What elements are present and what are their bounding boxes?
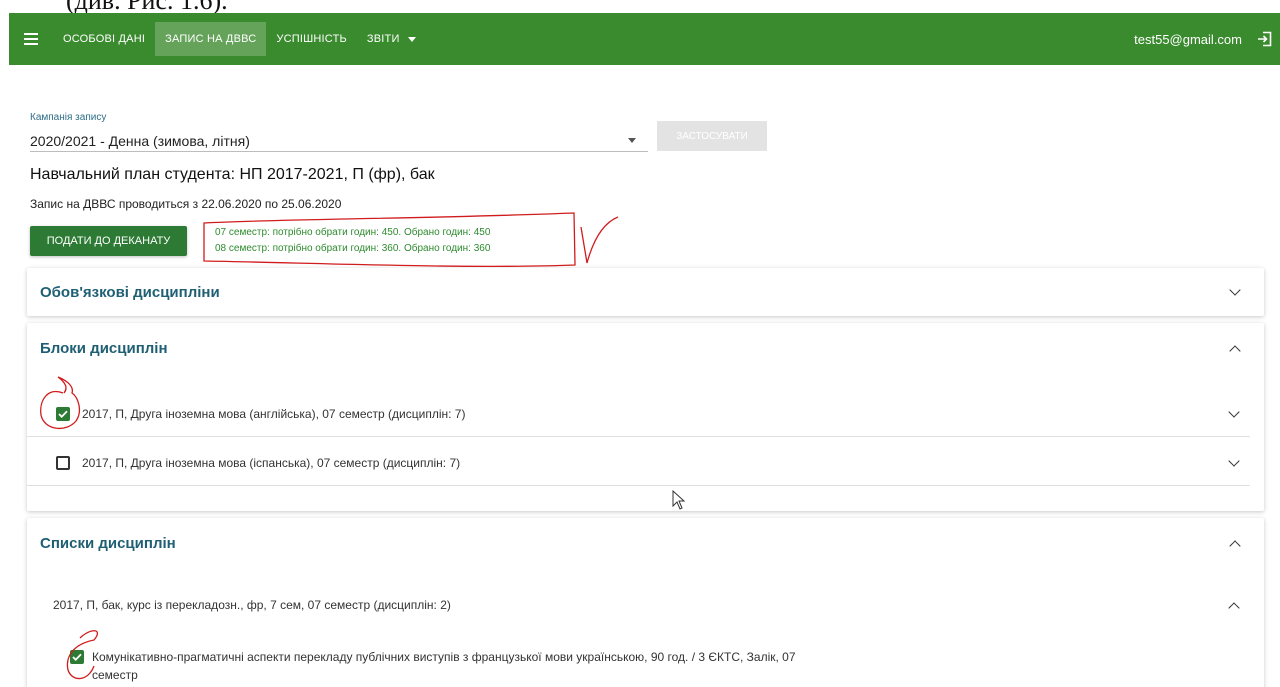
check-icon (58, 410, 68, 418)
hamburger-icon (24, 33, 38, 45)
panel-header-mandatory[interactable]: Обов'язкові дисципліни (27, 268, 1264, 316)
block-item[interactable]: 2017, П, Друга іноземна мова (іспанська)… (27, 448, 1250, 478)
logout-icon (1258, 31, 1272, 47)
block-item[interactable]: 2017, П, Друга іноземна мова (англійська… (27, 399, 1250, 429)
panel-title: Обов'язкові дисципліни (40, 283, 220, 301)
nav-personal-data[interactable]: Особові дані (53, 22, 155, 56)
enrollment-period-text: Запис на ДВВС проводиться з 22.06.2020 п… (30, 197, 342, 211)
submit-to-dean-button[interactable]: Подати до деканату (30, 226, 187, 256)
nav-enrollment[interactable]: Запис на ДВВС (155, 22, 267, 56)
checkbox-checked[interactable] (56, 407, 70, 421)
chevron-up-icon (1229, 344, 1241, 357)
menu-button[interactable] (9, 13, 53, 65)
chevron-down-icon[interactable] (1228, 405, 1240, 418)
mouse-pointer-icon (672, 490, 686, 510)
discipline-list-group-label: 2017, П, бак, курс із перекладозн., фр, … (53, 598, 451, 612)
nav-progress[interactable]: Успішність (266, 22, 357, 56)
campaign-select[interactable]: 2020/2021 - Денна (зимова, літня) (30, 126, 648, 152)
block-item-label: 2017, П, Друга іноземна мова (іспанська)… (82, 456, 461, 470)
nav-reports[interactable]: Звіти (357, 22, 426, 56)
panel-title: Списки дисциплін (40, 534, 176, 552)
block-item-label: 2017, П, Друга іноземна мова (англійська… (82, 407, 466, 421)
panel-title: Блоки дисциплін (40, 339, 168, 357)
campaign-value: 2020/2021 - Денна (зимова, літня) (30, 132, 250, 149)
hours-semester-07: 07 семестр: потрібно обрати годин: 450. … (215, 227, 491, 238)
panel-header-lists[interactable]: Списки дисциплін (27, 518, 1264, 568)
divider (27, 485, 1250, 486)
caret-down-icon (407, 36, 416, 42)
dropdown-arrow-icon (628, 138, 636, 143)
checkbox-checked[interactable] (70, 650, 84, 664)
hours-summary: 07 семестр: потрібно обрати годин: 450. … (215, 225, 490, 257)
divider (27, 436, 1250, 437)
app-bar: Особові дані Запис на ДВВС Успішність Зв… (9, 13, 1280, 65)
panel-discipline-blocks: Блоки дисциплін 2017, П, Друга іноземна … (27, 323, 1264, 511)
hours-semester-08: 08 семестр: потрібно обрати годин: 360. … (215, 243, 491, 254)
user-email: test55@gmail.com (1134, 31, 1242, 47)
panel-mandatory-disciplines: Обов'язкові дисципліни (27, 268, 1264, 316)
panel-header-blocks[interactable]: Блоки дисциплін (27, 323, 1264, 373)
logout-button[interactable] (1250, 22, 1280, 56)
apply-button[interactable]: Застосувати (657, 121, 767, 151)
discipline-item[interactable]: Комунікативно-прагматичні аспекти перекл… (70, 648, 796, 684)
discipline-list-group[interactable]: 2017, П, бак, курс із перекладозн., фр, … (27, 593, 1250, 617)
chevron-up-icon[interactable] (1228, 601, 1240, 614)
panel-discipline-lists: Списки дисциплін 2017, П, бак, курс із п… (27, 518, 1264, 687)
chevron-down-icon (1229, 283, 1241, 296)
chevron-up-icon (1229, 539, 1241, 552)
study-plan-title: Навчальний план студента: НП 2017-2021, … (30, 166, 435, 183)
chevron-down-icon[interactable] (1228, 454, 1240, 467)
discipline-item-label: Комунікативно-прагматичні аспекти перекл… (92, 650, 796, 682)
campaign-label: Кампанія запису (30, 112, 107, 123)
checkbox-unchecked[interactable] (56, 456, 70, 470)
check-icon (72, 653, 82, 661)
